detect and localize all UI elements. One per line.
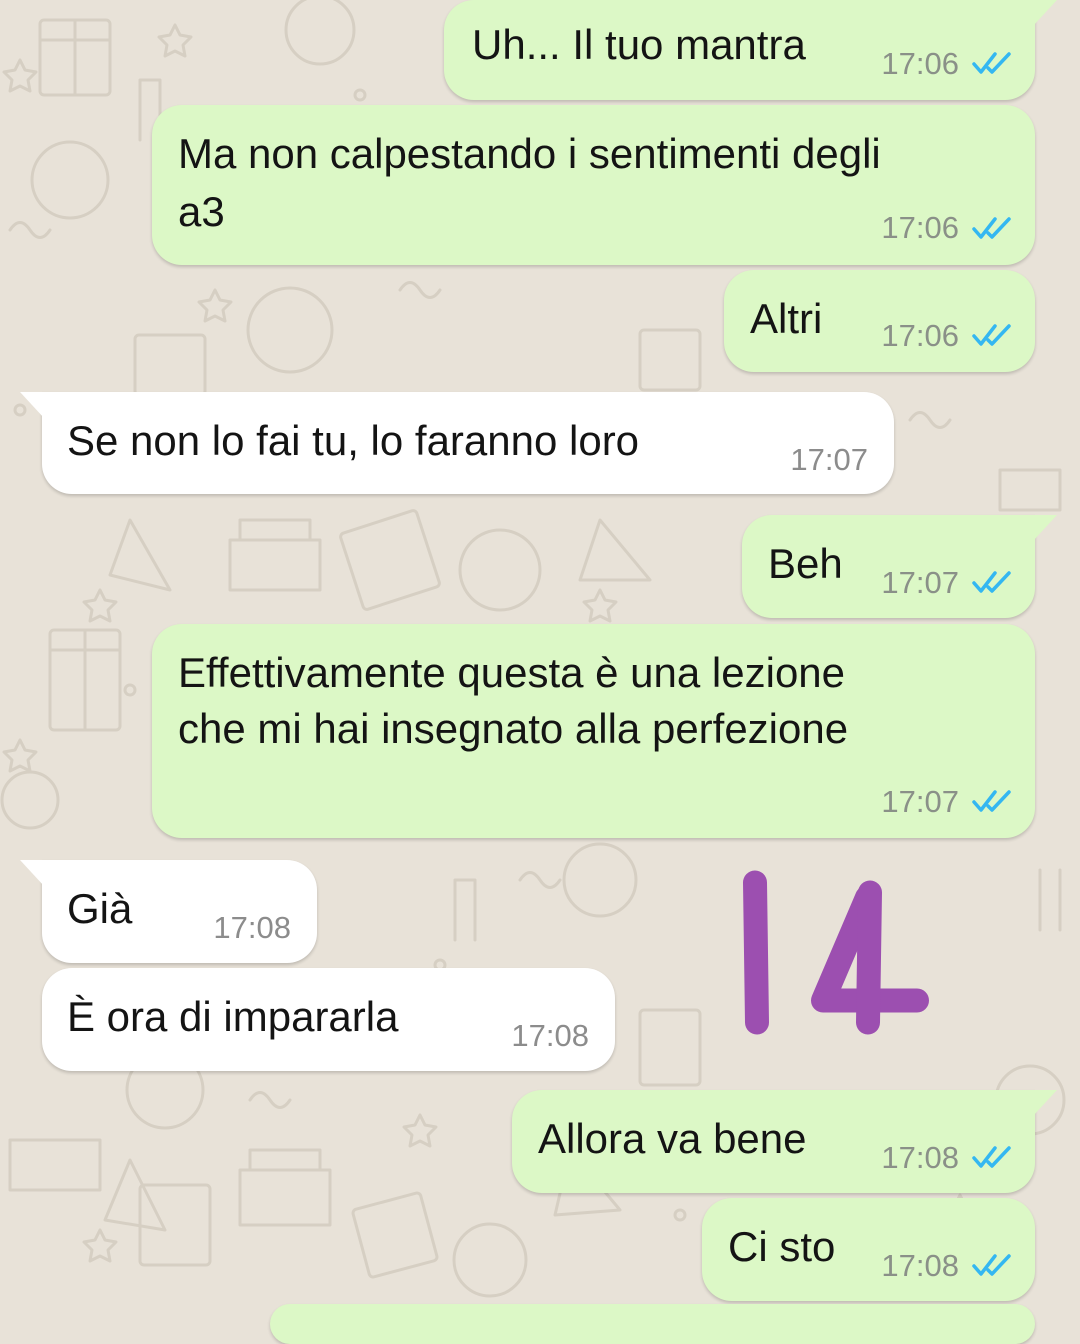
message-time: 17:08 [511,1018,589,1053]
message-time: 17:08 [881,1248,959,1283]
message-bubble-outgoing[interactable]: Allora va bene 17:08 [512,1090,1057,1193]
double-check-icon [972,217,1011,239]
message-text: È ora di impararla [67,993,399,1040]
message-time: 17:08 [213,910,291,945]
message-bubble-incoming[interactable]: Se non lo fai tu, lo faranno loro 17:07 [20,392,894,494]
double-check-icon [972,1146,1011,1168]
message-text: Altri [750,295,823,342]
double-check-icon [972,1254,1011,1276]
message-time: 17:07 [881,784,959,819]
message-time: 17:06 [881,318,959,353]
message-text-line: a3 [178,188,225,235]
message-bubble-outgoing[interactable]: Altri 17:06 [724,270,1035,372]
message-bubble-outgoing[interactable]: Ci sto 17:08 [702,1198,1035,1301]
bubble-tail [20,860,44,886]
bubble-tail [1033,515,1057,541]
message-text: Ci sto [728,1223,836,1270]
message-text: Allora va bene [538,1115,807,1162]
message-bubble-incoming[interactable]: È ora di impararla 17:08 [42,968,615,1071]
message-time: 17:07 [790,442,868,477]
bubble-tail [1033,0,1057,26]
bubble-tail [1033,1090,1057,1116]
message-bubble-outgoing[interactable]: Beh 17:07 [742,515,1057,618]
message-text: Uh... Il tuo mantra [472,21,806,68]
message-time: 17:06 [881,46,959,81]
message-time: 17:07 [881,565,959,600]
message-bubble-outgoing[interactable]: Uh... Il tuo mantra 17:06 [444,0,1057,100]
message-text-line: Effettivamente questa è una lezione [178,649,846,696]
message-bubble-outgoing-partial[interactable] [270,1304,1035,1344]
bubble-tail [20,392,44,418]
double-check-icon [972,324,1011,346]
double-check-icon [972,571,1011,593]
message-bubble-outgoing[interactable]: Ma non calpestando i sentimenti degli a3… [152,105,1035,265]
double-check-icon [972,52,1011,74]
message-text-line: Ma non calpestando i sentimenti degli [178,130,881,177]
message-text: Se non lo fai tu, lo faranno loro [67,417,640,464]
message-text: Beh [768,540,843,587]
message-text-line: che mi hai insegnato alla perfezione [178,705,849,752]
message-bubble-incoming[interactable]: Già 17:08 [20,860,317,963]
handwritten-annotation: 14 [743,870,929,1035]
double-check-icon [972,790,1011,812]
message-text: Già [67,885,133,932]
message-time: 17:08 [881,1140,959,1175]
message-bubble-outgoing[interactable]: Effettivamente questa è una lezione che … [152,624,1035,838]
message-time: 17:06 [881,210,959,245]
